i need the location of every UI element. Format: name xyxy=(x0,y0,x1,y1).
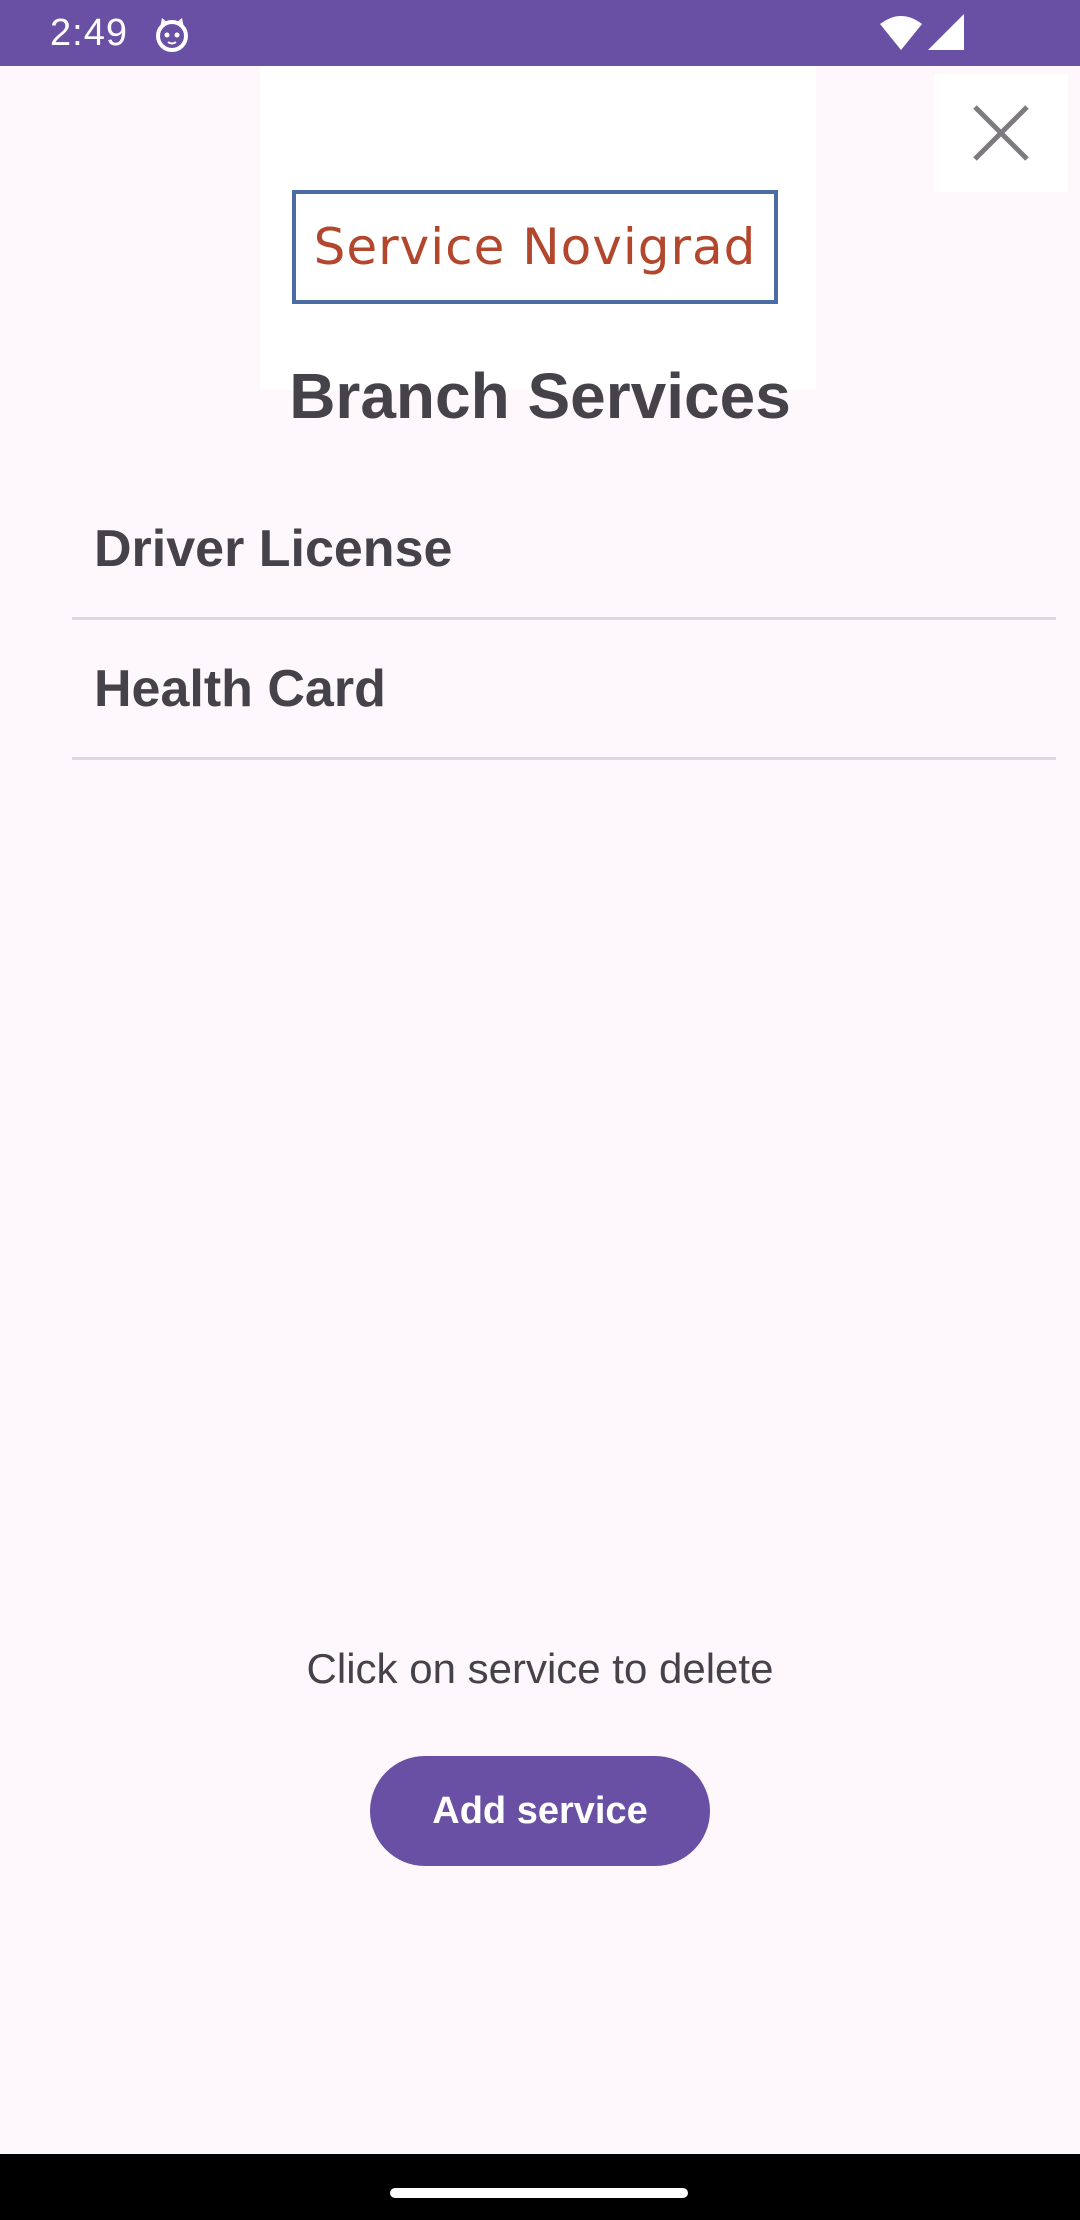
delete-hint: Click on service to delete xyxy=(306,1645,774,1692)
wifi-icon xyxy=(880,16,922,50)
close-button[interactable] xyxy=(934,74,1068,192)
service-novigrad-logo: Service Novigrad xyxy=(292,190,778,304)
navigation-bar xyxy=(0,2154,1080,2220)
status-bar: 2:49 xyxy=(0,0,1080,66)
add-service-button[interactable]: Add service xyxy=(370,1756,710,1866)
close-icon xyxy=(973,105,1029,161)
service-item-driver-license[interactable]: Driver License xyxy=(72,480,1056,620)
status-time: 2:49 xyxy=(50,12,128,54)
home-handle[interactable] xyxy=(390,2188,688,2198)
cat-icon xyxy=(156,18,188,52)
service-list: Driver License Health Card xyxy=(72,480,1056,760)
page-title: Branch Services xyxy=(289,360,791,432)
service-item-health-card[interactable]: Health Card xyxy=(72,620,1056,760)
signal-icon xyxy=(928,14,964,50)
logo-card: Service Novigrad xyxy=(260,66,816,390)
